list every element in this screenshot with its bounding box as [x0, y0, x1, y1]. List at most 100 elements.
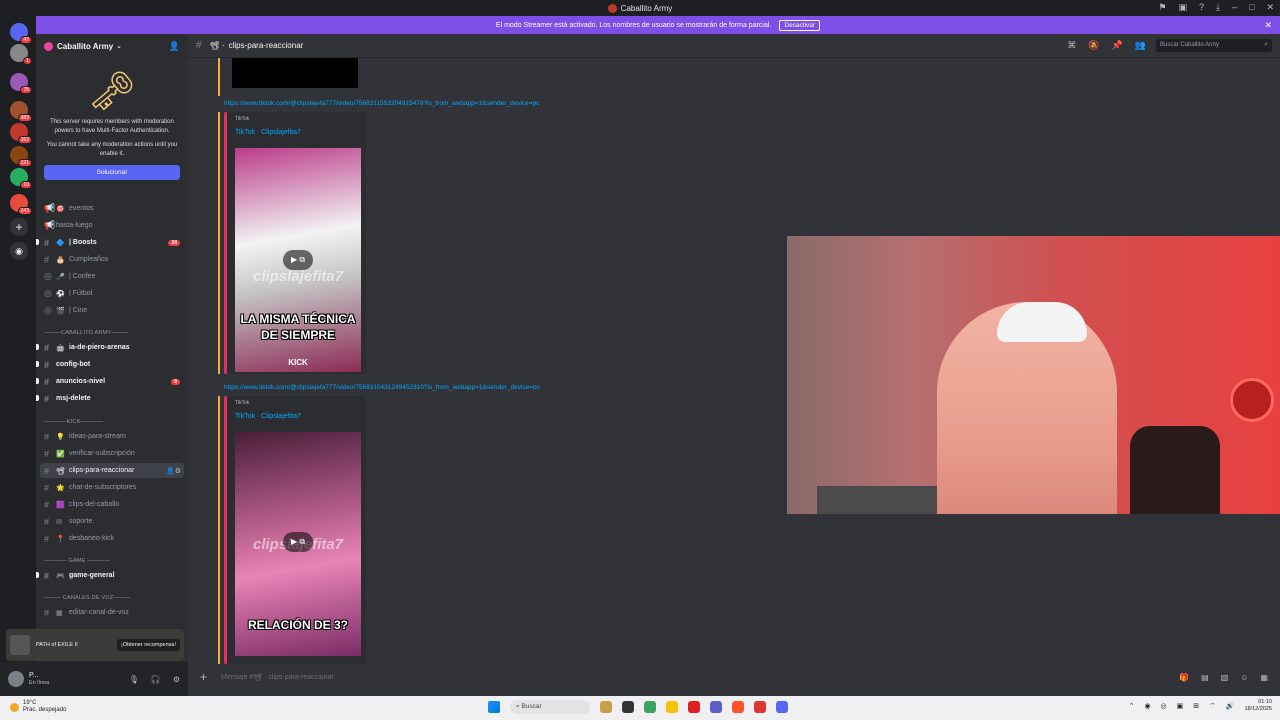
wifi-icon[interactable]: ⌔: [1209, 702, 1216, 711]
threads-icon[interactable]: ⌘: [1067, 40, 1076, 51]
message-link[interactable]: https://www.tiktok.com/@clipslajefa777/v…: [224, 100, 539, 107]
help-icon[interactable]: ?: [1199, 2, 1204, 13]
server-icon[interactable]: 1: [10, 44, 32, 65]
category-caballito-army[interactable]: ———CABALLITO ARMY———: [44, 330, 184, 336]
previous-video-thumbnail[interactable]: [232, 58, 358, 88]
weather-widget[interactable]: 19°C Prac. despejado: [10, 700, 66, 714]
headphones-icon[interactable]: 🎧: [151, 675, 161, 684]
discord-icon[interactable]: [776, 701, 788, 713]
video-thumbnail[interactable]: clipslajefita7 ▶ ⧉ LA MISMA TÉCNICA DE S…: [235, 148, 361, 372]
channel-confee[interactable]: ◎ 🎤 | Confee: [40, 269, 184, 284]
screen-icon[interactable]: ▣: [1178, 2, 1187, 13]
pin-icon[interactable]: 📌: [1112, 40, 1123, 51]
video-thumbnail[interactable]: clipslajefita7 ▶ ⧉ RELACIÓN DE 3?: [235, 432, 361, 656]
channel-msj-delete[interactable]: # msj-delete: [40, 391, 184, 406]
embed-title[interactable]: TikTok · Clipslajefita7: [235, 413, 301, 420]
channel-clips-del-caballo[interactable]: # 🟪 clips-del-caballo: [40, 497, 184, 512]
windows-start-icon[interactable]: [488, 701, 500, 713]
sticker-icon[interactable]: ▧: [1221, 673, 1229, 682]
channel-cine[interactable]: ◎ 🎬 | Cine: [40, 303, 184, 318]
message-composer[interactable]: + Mensaje #📽 · clips-para-reaccionar 🎁 ▤…: [196, 666, 1272, 688]
members-icon[interactable]: 👥: [1135, 40, 1146, 51]
server-icon[interactable]: 75: [10, 73, 32, 94]
channel-label: game-general: [69, 572, 115, 579]
deactivate-button[interactable]: Desactivar: [779, 19, 821, 31]
embed-title[interactable]: TikTok · Clipslajefita7: [235, 129, 301, 136]
channel-soporte[interactable]: # ✉ soporte: [40, 514, 184, 529]
message-link[interactable]: https://www.tiktok.com/@clipslajefa777/v…: [224, 384, 540, 391]
app-icon[interactable]: [688, 701, 700, 713]
channel-hasta-luego[interactable]: 📢 hasta-luego: [40, 218, 184, 233]
add-server-icon[interactable]: +: [10, 218, 28, 236]
avatar[interactable]: [8, 671, 24, 687]
taskbar-search[interactable]: ⌕ Buscar: [510, 700, 590, 714]
clock[interactable]: 01:10 18/12/2025: [1244, 699, 1272, 713]
server-icon[interactable]: 243: [10, 194, 32, 215]
close-button[interactable]: ✕: [1266, 2, 1274, 13]
task-view-icon[interactable]: [622, 701, 634, 713]
app-icon[interactable]: [754, 701, 766, 713]
brave-icon[interactable]: [732, 701, 744, 713]
server-icon[interactable]: 47: [10, 23, 32, 44]
channel-ia-de-piero-arenas[interactable]: # 🤖 ia-de-piero-arenas: [40, 340, 184, 355]
channel-eventos[interactable]: 📢 🎯 eventos: [40, 201, 184, 216]
gift-icon[interactable]: 🎁: [1179, 673, 1189, 682]
channel-config-bot[interactable]: # config-bot: [40, 357, 184, 372]
channel-label: eventos: [69, 205, 94, 212]
tray-app-icon[interactable]: ⊞: [1193, 702, 1199, 710]
channel-clips-para-reaccionar[interactable]: # 📽 clips-para-reaccionar 👤⚙: [40, 463, 184, 478]
play-icon[interactable]: ▶ ⧉: [283, 250, 313, 270]
microphone-icon[interactable]: 🎙: [129, 675, 139, 684]
maximize-button[interactable]: □: [1249, 2, 1254, 13]
copilot-icon[interactable]: [644, 701, 656, 713]
channel-ideas-para-stream[interactable]: # 💡 ideas-para-stream: [40, 429, 184, 444]
channel-chat-de-subscriptores[interactable]: # 🌟 chat-de-subscriptores: [40, 480, 184, 495]
hash-icon: #: [196, 40, 202, 51]
invite-icon[interactable]: 👤: [169, 41, 180, 52]
star-icon: 🌟: [56, 484, 65, 492]
download-icon[interactable]: ⤓: [1216, 2, 1220, 13]
emoji-icon[interactable]: ☺: [1240, 673, 1248, 682]
server-icon[interactable]: 121: [10, 146, 32, 167]
discover-icon[interactable]: ◉: [10, 242, 28, 260]
tray-app-icon[interactable]: ◉: [1144, 702, 1150, 710]
category-game[interactable]: ———— GAME ————: [44, 558, 184, 564]
channel-futbol[interactable]: ◎ ⚽ | Fútbol: [40, 286, 184, 301]
widgets-app-icon[interactable]: [600, 701, 612, 713]
category-canales-de-voz[interactable]: ——— CANALES DE VOZ———: [44, 595, 184, 601]
file-explorer-icon[interactable]: [666, 701, 678, 713]
sun-icon: [10, 702, 19, 712]
mute-bell-icon[interactable]: 🔕: [1088, 40, 1099, 51]
channel-editar-canal-de-voz[interactable]: # ▦ editar-canal-de-voz: [40, 605, 184, 620]
channel-verificar[interactable]: # ✅ verificar-subscripción: [40, 446, 184, 461]
server-icon[interactable]: 10: [10, 168, 32, 189]
close-icon[interactable]: ✕: [1264, 20, 1272, 31]
channel-cumpleanos[interactable]: # 🎂 Cumpleaños: [40, 252, 184, 267]
server-icon[interactable]: 162: [10, 123, 32, 144]
fix-button[interactable]: Solucionar: [44, 164, 180, 180]
channel-settings-icon[interactable]: 👤⚙: [166, 467, 181, 475]
category-kick[interactable]: ————KICK————: [44, 419, 184, 425]
channel-boosts[interactable]: # 🔷 | Boosts 24: [40, 235, 184, 250]
tray-app-icon[interactable]: ◎: [1161, 702, 1167, 710]
settings-gear-icon[interactable]: ⚙: [173, 675, 180, 684]
inbox-icon[interactable]: ⚑: [1158, 2, 1166, 13]
minimize-button[interactable]: –: [1232, 2, 1237, 13]
volume-icon[interactable]: 🔊: [1226, 702, 1235, 710]
chevron-up-icon[interactable]: ⌃: [1129, 702, 1135, 710]
server-icon[interactable]: 383: [10, 101, 32, 122]
server-header[interactable]: Caballito Army ⌄ 👤: [36, 34, 188, 58]
channel-anuncios-nivel[interactable]: # anuncios-nivel 9: [40, 374, 184, 389]
apps-icon[interactable]: ▦: [1260, 673, 1268, 682]
channel-label: anuncios-nivel: [56, 378, 106, 385]
add-attachment-icon[interactable]: +: [200, 670, 207, 684]
channel-desbaneo-kick[interactable]: # 📍 desbaneo-kick: [40, 531, 184, 546]
streamer-mode-banner: El modo Streamer está activado. Los nomb…: [36, 16, 1280, 34]
gif-icon[interactable]: ▤: [1201, 673, 1209, 682]
tray-app-icon[interactable]: ▣: [1177, 702, 1184, 710]
search-input[interactable]: Buscar Caballito Army ⌕: [1156, 39, 1272, 52]
teams-icon[interactable]: [710, 701, 722, 713]
play-icon[interactable]: ▶ ⧉: [283, 532, 313, 552]
channel-game-general[interactable]: # 🎮 game-general: [40, 568, 184, 583]
claim-reward-button[interactable]: ¡Obtener recompensa!: [116, 639, 180, 651]
